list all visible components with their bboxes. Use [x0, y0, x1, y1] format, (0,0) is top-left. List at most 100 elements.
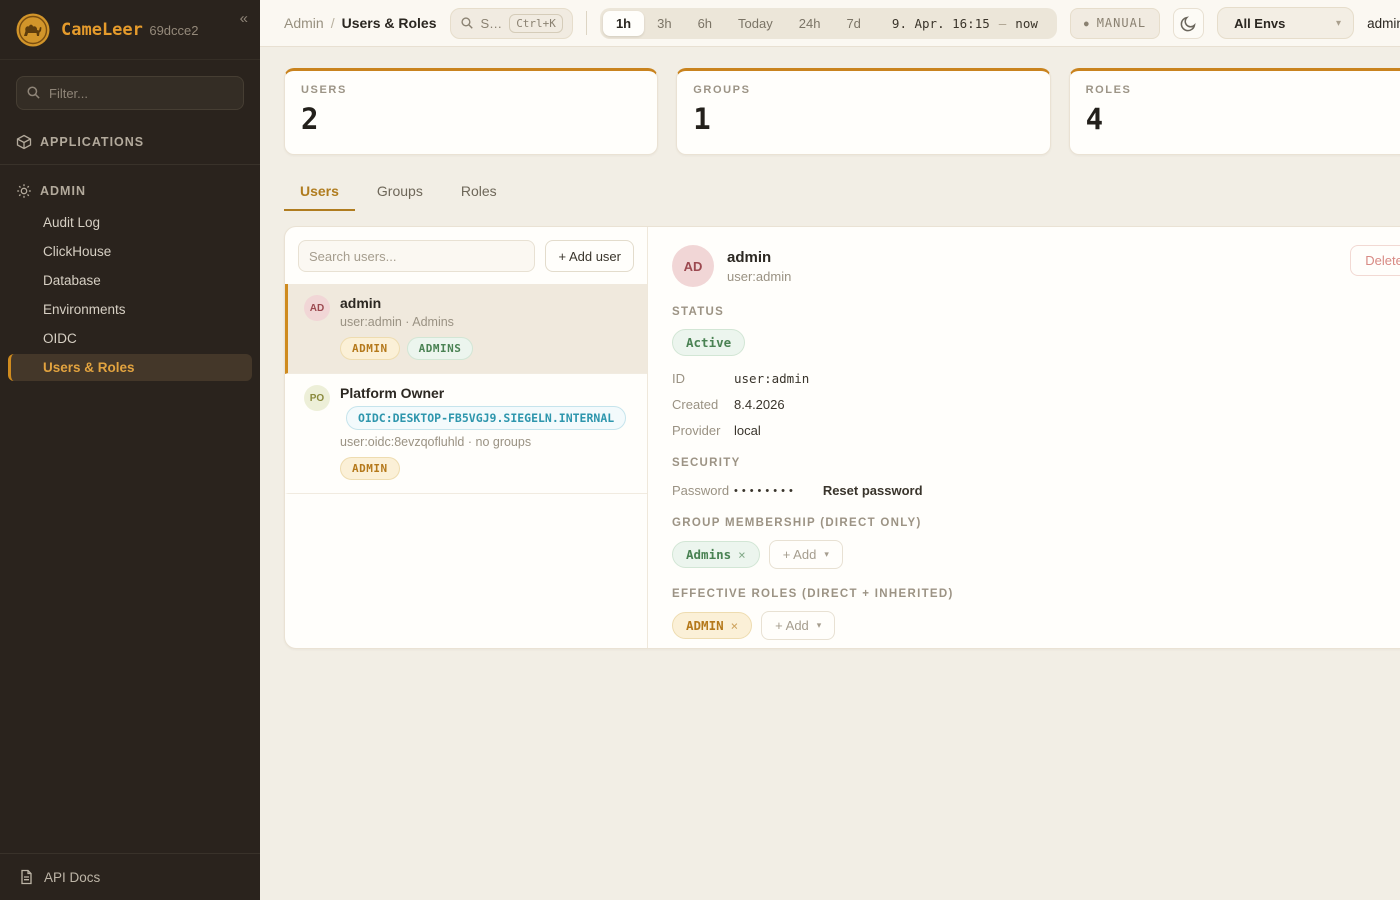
reset-password-button[interactable]: Reset password: [823, 483, 923, 498]
brand-block: CameLeer 69dcce2: [61, 20, 199, 40]
brand-name: CameLeer: [61, 20, 143, 40]
sidebar-item-clickhouse[interactable]: ClickHouse: [8, 238, 252, 265]
avatar: AD: [304, 295, 330, 321]
role-chip-admin: ADMIN ×: [672, 612, 752, 639]
group-chip-admins: Admins ×: [672, 541, 760, 568]
range-7d[interactable]: 7d: [833, 11, 873, 36]
effective-roles-section-label: EFFECTIVE ROLES (DIRECT + INHERITED): [672, 588, 1400, 600]
stats-row: USERS 2 GROUPS 1 ROLES 4: [284, 68, 1400, 155]
sidebar: CameLeer 69dcce2 « APPLICATIONS ADMIN: [0, 0, 260, 900]
chevron-down-icon: ▾: [1336, 18, 1341, 29]
role-chips-row: ADMIN × + Add ▾: [672, 611, 1400, 640]
tab-groups[interactable]: Groups: [361, 175, 439, 211]
sidebar-collapse-icon[interactable]: «: [240, 10, 248, 27]
range-3h[interactable]: 3h: [644, 11, 684, 36]
range-today[interactable]: Today: [725, 11, 786, 36]
security-section-label: SECURITY: [672, 457, 1400, 469]
user-detail-panel: AD admin user:admin Delete STATUS Active…: [648, 227, 1400, 648]
time-dash: —: [999, 16, 1007, 31]
avatar: AD: [672, 245, 714, 287]
detail-fields: ID user:admin Created 8.4.2026 Provider …: [672, 371, 1400, 438]
role-chip-text: ADMIN: [686, 618, 724, 633]
range-1h[interactable]: 1h: [603, 11, 644, 36]
delete-user-button[interactable]: Delete: [1350, 245, 1400, 276]
global-search-button[interactable]: S… Ctrl+K: [450, 8, 573, 39]
header-divider: [586, 11, 587, 35]
add-group-label: + Add: [783, 547, 817, 562]
sidebar-item-oidc[interactable]: OIDC: [8, 325, 252, 352]
user-menu[interactable]: admin AD: [1367, 8, 1400, 38]
content-area: USERS 2 GROUPS 1 ROLES 4 Users Groups Ro…: [260, 47, 1400, 649]
dark-mode-toggle[interactable]: [1173, 8, 1204, 39]
status-badge: Active: [672, 329, 745, 356]
time-from: 9. Apr. 16:15: [892, 16, 990, 31]
env-select[interactable]: All Envs ▾: [1217, 7, 1354, 39]
instance-id: 69dcce2: [149, 23, 198, 38]
field-label-id: ID: [672, 371, 734, 386]
sidebar-item-database[interactable]: Database: [8, 267, 252, 294]
breadcrumb-separator: /: [331, 15, 335, 31]
search-users-input[interactable]: [298, 240, 535, 272]
sidebar-item-users-roles[interactable]: Users & Roles: [8, 354, 252, 381]
role-badge: ADMIN: [340, 457, 400, 480]
remove-group-icon[interactable]: ×: [738, 547, 746, 562]
section-applications-label: APPLICATIONS: [40, 135, 144, 149]
tab-bar: Users Groups Roles: [284, 175, 1400, 211]
sidebar-item-environments[interactable]: Environments: [8, 296, 252, 323]
breadcrumb-current: Users & Roles: [342, 15, 437, 31]
stat-value: 2: [301, 102, 641, 136]
group-badge: ADMINS: [407, 337, 474, 360]
stat-value: 1: [693, 102, 1033, 136]
password-mask: ••••••••: [734, 485, 797, 497]
time-display[interactable]: 9. Apr. 16:15 — now: [874, 16, 1054, 31]
group-membership-section-label: GROUP MEMBERSHIP (DIRECT ONLY): [672, 517, 1400, 529]
sidebar-filter-input[interactable]: [16, 76, 244, 110]
detail-title-block: admin user:admin: [727, 249, 791, 284]
section-admin[interactable]: ADMIN: [0, 183, 260, 199]
field-value-id: user:admin: [734, 371, 1400, 386]
api-docs-link[interactable]: API Docs: [0, 853, 260, 900]
search-icon: [460, 16, 474, 30]
remove-role-icon[interactable]: ×: [731, 618, 739, 633]
add-role-button[interactable]: + Add ▾: [761, 611, 835, 640]
stat-label: GROUPS: [693, 84, 1033, 96]
time-range-control: 1h 3h 6h Today 24h 7d 9. Apr. 16:15 — no…: [600, 8, 1057, 39]
main-area: Admin / Users & Roles S… Ctrl+K 1h 3h 6h…: [260, 0, 1400, 900]
range-6h[interactable]: 6h: [685, 11, 725, 36]
section-admin-label: ADMIN: [40, 184, 86, 198]
user-item-body: admin user:admin · Admins ADMIN ADMINS: [340, 295, 631, 360]
time-to: now: [1015, 16, 1038, 31]
range-24h[interactable]: 24h: [786, 11, 834, 36]
field-value-provider: local: [734, 423, 1400, 438]
add-user-button[interactable]: + Add user: [545, 240, 634, 272]
tab-roles[interactable]: Roles: [445, 175, 513, 211]
status-section-label: STATUS: [672, 306, 1400, 318]
field-label-created: Created: [672, 397, 734, 412]
refresh-mode-button[interactable]: ● MANUAL: [1070, 8, 1160, 39]
chevron-down-icon: ▾: [817, 620, 822, 631]
sidebar-header: CameLeer 69dcce2 «: [0, 0, 260, 60]
user-item-meta: user:admin · Admins: [340, 315, 631, 329]
badge-row: ADMIN: [340, 457, 631, 480]
section-applications[interactable]: APPLICATIONS: [0, 134, 260, 150]
tab-users[interactable]: Users: [284, 175, 355, 211]
field-label-provider: Provider: [672, 423, 734, 438]
package-icon: [16, 134, 32, 150]
stat-label: ROLES: [1086, 84, 1400, 96]
password-row: Password •••••••• Reset password: [672, 483, 1400, 498]
list-item-platform-owner[interactable]: PO Platform Owner OIDC:DESKTOP-FB5VGJ9.S…: [285, 374, 647, 494]
add-group-button[interactable]: + Add ▾: [769, 540, 843, 569]
breadcrumb-parent[interactable]: Admin: [284, 15, 324, 31]
detail-header: AD admin user:admin Delete: [672, 245, 1400, 287]
group-chips-row: Admins × + Add ▾: [672, 540, 1400, 569]
detail-user-name: admin: [727, 249, 791, 266]
add-role-label: + Add: [775, 618, 809, 633]
users-panel: + Add user AD admin user:admin · Admins …: [284, 226, 1400, 649]
sidebar-item-audit-log[interactable]: Audit Log: [8, 209, 252, 236]
group-chip-text: Admins: [686, 547, 731, 562]
gear-icon: [16, 183, 32, 199]
list-item-admin[interactable]: AD admin user:admin · Admins ADMIN ADMIN…: [285, 284, 647, 374]
api-docs-label: API Docs: [44, 870, 100, 885]
user-item-meta: user:oidc:8evzqofluhld · no groups: [340, 435, 631, 449]
refresh-mode-label: MANUAL: [1097, 16, 1146, 30]
